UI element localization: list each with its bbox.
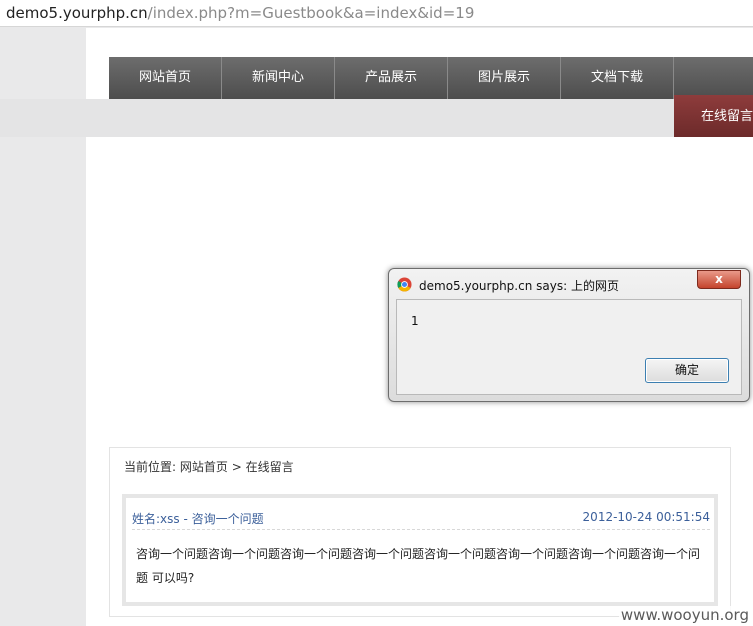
dialog-message: 1 xyxy=(411,314,419,328)
nav-band xyxy=(0,99,753,137)
watermark: www.wooyun.org xyxy=(618,606,751,624)
breadcrumb-home-link[interactable]: 网站首页 xyxy=(180,460,228,474)
nav-item-news[interactable]: 新闻中心 xyxy=(222,57,335,99)
breadcrumb-current[interactable]: 在线留言 xyxy=(246,460,294,474)
main-nav: 网站首页 新闻中心 产品展示 图片展示 文档下载 xyxy=(109,57,753,99)
nav-item-downloads[interactable]: 文档下载 xyxy=(561,57,674,99)
nav-item-products[interactable]: 产品展示 xyxy=(335,57,448,99)
message-header: 姓名:xss - 咨询一个问题 2012-10-24 00:51:54 xyxy=(132,510,710,530)
nav-item-pictures[interactable]: 图片展示 xyxy=(448,57,561,99)
breadcrumb: 当前位置: 网站首页 > 在线留言 xyxy=(124,458,294,475)
alert-dialog: demo5.yourphp.cn says: 上的网页 x 1 确定 xyxy=(388,268,750,402)
nav-item-guestbook[interactable]: 在线留言 xyxy=(674,95,753,137)
breadcrumb-prefix: 当前位置: xyxy=(124,460,177,474)
dialog-body: 1 确定 xyxy=(396,299,742,395)
dialog-close-button[interactable]: x xyxy=(697,270,741,289)
dialog-titlebar[interactable]: demo5.yourphp.cn says: 上的网页 x xyxy=(389,269,749,299)
url-host: demo5.yourphp.cn xyxy=(6,4,148,22)
dialog-title: demo5.yourphp.cn says: 上的网页 xyxy=(419,279,619,293)
guestbook-message: 姓名:xss - 咨询一个问题 2012-10-24 00:51:54 咨询一个… xyxy=(122,494,718,606)
url-path: /index.php?m=Guestbook&a=index&id=19 xyxy=(147,4,475,22)
message-timestamp: 2012-10-24 00:51:54 xyxy=(582,510,710,524)
breadcrumb-separator: > xyxy=(231,460,242,474)
address-bar[interactable]: demo5.yourphp.cn/index.php?m=Guestbook&a… xyxy=(0,0,753,27)
nav-item-home[interactable]: 网站首页 xyxy=(109,57,222,99)
message-body: 咨询一个问题咨询一个问题咨询一个问题咨询一个问题咨询一个问题咨询一个问题咨询一个… xyxy=(136,547,701,585)
message-name-title: 姓名:xss - 咨询一个问题 xyxy=(132,512,264,526)
chrome-icon xyxy=(397,277,412,292)
content-panel: 当前位置: 网站首页 > 在线留言 姓名:xss - 咨询一个问题 2012-1… xyxy=(109,447,731,617)
ok-button[interactable]: 确定 xyxy=(645,358,729,383)
